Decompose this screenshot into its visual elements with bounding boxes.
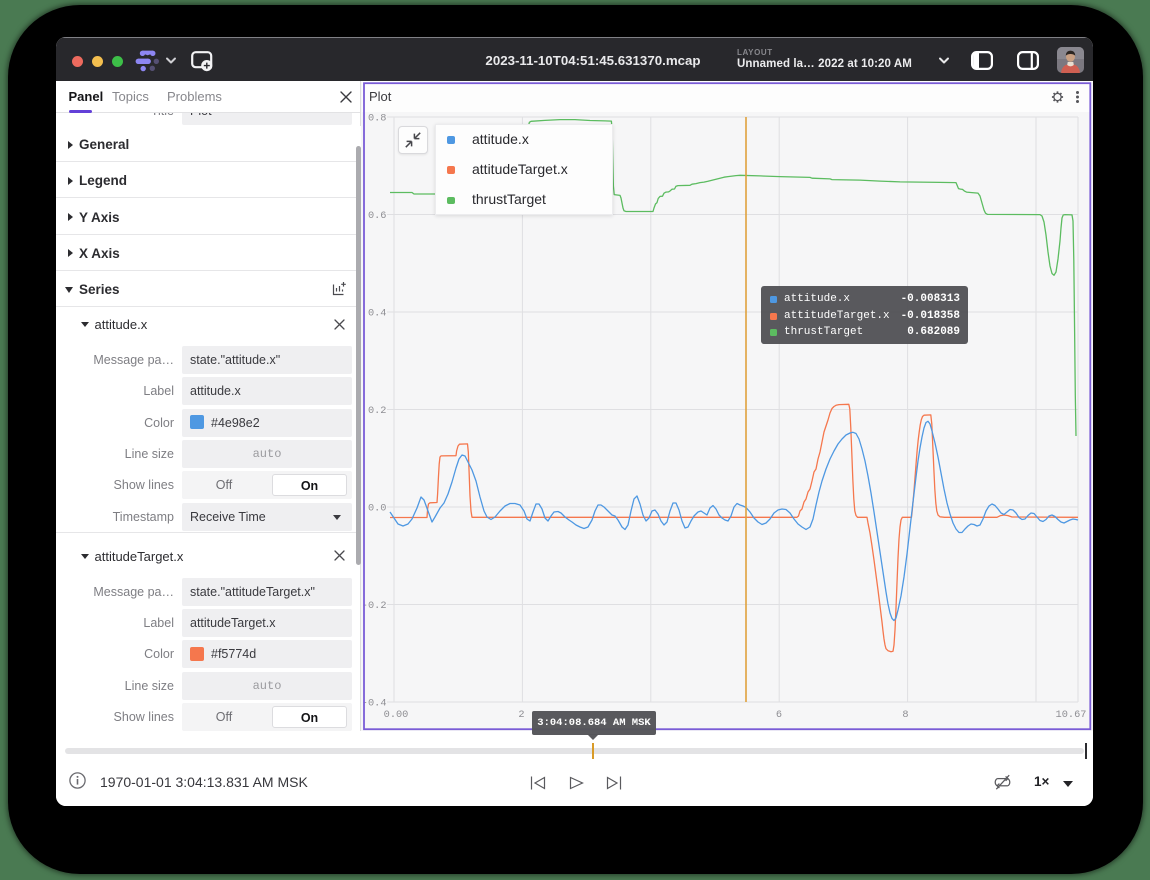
svg-text:8: 8 <box>902 709 908 721</box>
svg-text:0.2: 0.2 <box>368 405 387 417</box>
svg-text:0.00: 0.00 <box>384 709 409 721</box>
svg-text:0.0: 0.0 <box>368 503 387 515</box>
svg-text:2: 2 <box>518 709 524 721</box>
svg-text:0.6: 0.6 <box>368 210 387 222</box>
svg-text:0.4: 0.4 <box>368 308 387 320</box>
svg-text:Plot: Plot <box>369 89 392 104</box>
svg-text:-0.4: -0.4 <box>362 698 387 710</box>
svg-text:10.67: 10.67 <box>1056 709 1087 721</box>
svg-text:6: 6 <box>776 709 782 721</box>
svg-text:0.8: 0.8 <box>368 113 387 125</box>
svg-text:-0.2: -0.2 <box>362 600 387 612</box>
